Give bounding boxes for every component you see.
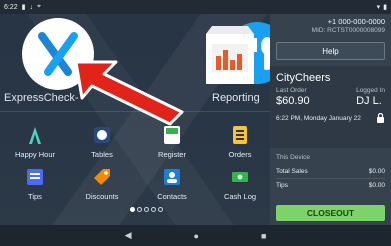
app-register[interactable]: Register [142, 124, 202, 159]
battery-icon: ▮ [383, 4, 387, 11]
app-label: Happy Hour [14, 150, 56, 159]
app-label: Tips [28, 192, 42, 201]
logged-in-user: DJ L. [356, 95, 382, 107]
app-label: Discounts [85, 192, 119, 201]
tips-value: $0.00 [368, 182, 385, 189]
expresscheck-label: ExpressCheck- [4, 92, 79, 104]
happy-hour-icon [29, 127, 41, 144]
orders-icon [233, 126, 247, 144]
wifi-icon: ▾ [376, 4, 381, 11]
lock-icon[interactable] [376, 113, 385, 123]
merchant-name: CityCheers [276, 72, 331, 84]
app-orders[interactable]: Orders [210, 124, 270, 159]
merchant-panel: +1 000-000-0000 MID: RCTST0000008099 Hel… [270, 14, 391, 225]
closeout-button[interactable]: CLOSEOUT [276, 205, 385, 221]
contacts-icon [164, 169, 180, 185]
logged-in-caption: Logged In [356, 87, 385, 94]
app-label: Register [158, 150, 186, 159]
app-happy-hour[interactable]: Happy Hour [5, 124, 65, 159]
expresscheck-app[interactable]: ExpressCheck- [0, 14, 110, 109]
download-icon: ↓ [29, 3, 33, 11]
datetime-text: 6:22 PM, Monday January 22 [276, 114, 361, 122]
total-sales-value: $0.00 [368, 168, 385, 175]
account-phone: +1 000-000-0000 [327, 17, 385, 26]
navigation-bar: ◀ ● ■ [0, 225, 391, 246]
last-order-caption: Last Order [276, 87, 307, 94]
page-dot[interactable] [144, 207, 149, 212]
device-header: This Device [276, 154, 310, 161]
location-icon: ⌖ [36, 3, 41, 10]
app-launcher: ExpressCheck- Reporting Happy Hour Table… [0, 14, 270, 225]
back-button[interactable]: ◀ [125, 230, 132, 241]
app-label: Orders [228, 150, 252, 159]
expresscheck-icon [22, 18, 94, 90]
app-discounts[interactable]: Discounts [72, 166, 132, 201]
last-order-value: $60.90 [276, 95, 310, 107]
total-sales-label: Total Sales [276, 168, 308, 175]
tips-row: Tips $0.00 [276, 178, 385, 192]
tips-label: Tips [276, 182, 289, 189]
tables-icon [94, 127, 110, 143]
home-button[interactable]: ● [194, 231, 199, 241]
app-tips[interactable]: Tips [5, 166, 65, 201]
recent-apps-button[interactable]: ■ [261, 231, 266, 241]
dining-app[interactable] [110, 14, 270, 109]
app-contacts[interactable]: Contacts [142, 166, 202, 201]
account-info: +1 000-000-0000 MID: RCTST0000008099 [270, 14, 391, 34]
discounts-icon [94, 169, 110, 185]
merchant-summary: CityCheers Last Order $60.90 Logged In D… [270, 66, 391, 148]
reporting-label: Reporting [212, 92, 260, 104]
merchant-id: MID: RCTST0000008099 [311, 27, 385, 34]
status-bar: 6:22 ▮ ↓ ⌖ ▾ ▮ [0, 0, 391, 14]
sim-icon: ▮ [21, 4, 26, 11]
app-label: Contacts [157, 192, 187, 201]
featured-apps: ExpressCheck- Reporting [0, 14, 270, 109]
page-dot[interactable] [130, 207, 135, 212]
device-summary: This Device Total Sales $0.00 Tips $0.00 [270, 150, 391, 196]
cash-log-icon [232, 172, 248, 182]
datetime-row: 6:22 PM, Monday January 22 [276, 113, 385, 123]
reporting-icon [206, 26, 254, 84]
app-tables[interactable]: Tables [72, 124, 132, 159]
tips-icon [27, 169, 43, 185]
section-divider [0, 111, 270, 112]
app-cash-log[interactable]: Cash Log [210, 166, 270, 201]
page-dot[interactable] [151, 207, 156, 212]
status-time: 6:22 [4, 3, 18, 11]
reporting-app[interactable]: Reporting [190, 14, 270, 109]
app-label: Cash Log [223, 192, 257, 201]
page-dot[interactable] [137, 207, 142, 212]
help-button[interactable]: Help [276, 42, 385, 60]
app-label: Tables [91, 150, 113, 159]
page-dot[interactable] [158, 207, 163, 212]
page-indicator [130, 207, 163, 212]
register-icon [164, 126, 180, 144]
total-sales-row: Total Sales $0.00 [276, 165, 385, 178]
